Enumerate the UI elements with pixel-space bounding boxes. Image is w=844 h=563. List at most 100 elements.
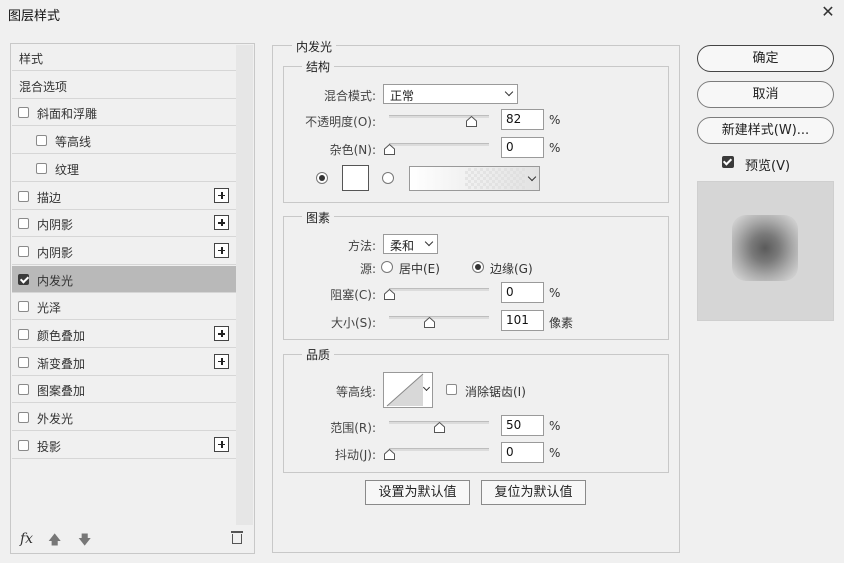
noise-input[interactable]: 0 — [501, 137, 544, 158]
style-checkbox[interactable] — [36, 162, 47, 174]
style-list-item[interactable]: 颜色叠加 — [12, 321, 236, 348]
style-list-item[interactable]: 混合选项 — [12, 72, 236, 99]
style-list-item[interactable]: 图案叠加 — [12, 376, 236, 404]
style-list-label: 渐变叠加 — [37, 356, 86, 371]
style-checkbox[interactable] — [18, 329, 29, 340]
jitter-slider-thumb[interactable] — [383, 449, 395, 460]
fx-icon[interactable]: fx — [20, 531, 33, 547]
style-checkbox[interactable] — [18, 190, 29, 202]
inner-glow-title: 内发光 — [292, 38, 337, 55]
style-checkbox[interactable] — [18, 412, 29, 424]
style-list-item[interactable]: 纹理 — [12, 155, 236, 182]
style-checkbox[interactable] — [18, 301, 29, 313]
make-default-button[interactable]: 设置为默认值 — [365, 480, 470, 505]
style-list-item[interactable]: 光泽 — [12, 293, 236, 321]
chevron-down-icon — [504, 87, 514, 97]
trash-icon[interactable] — [231, 531, 243, 544]
glow-gradient-picker[interactable] — [409, 166, 540, 191]
style-list-item[interactable]: 样式 — [12, 44, 236, 71]
range-slider-thumb[interactable] — [433, 422, 445, 433]
style-list-label: 内阴影 — [37, 218, 74, 233]
preview-checkbox[interactable] — [722, 156, 734, 168]
style-list-item[interactable]: 外发光 — [12, 404, 236, 432]
method-label: 方法: — [347, 239, 376, 253]
style-list-label: 纹理 — [55, 162, 80, 177]
add-effect-icon[interactable] — [214, 353, 229, 369]
size-slider-track[interactable] — [389, 316, 489, 319]
style-list-item[interactable]: 内阴影 — [12, 210, 236, 238]
gradient-radio[interactable] — [382, 172, 394, 184]
style-list-label: 混合选项 — [19, 79, 68, 94]
source-edge-label: 边缘(G) — [490, 262, 533, 276]
jitter-input[interactable]: 0 — [501, 442, 544, 463]
cancel-button[interactable]: 取消 — [697, 81, 834, 108]
size-slider-thumb[interactable] — [423, 317, 435, 328]
style-list-label: 描边 — [37, 190, 62, 205]
choke-input[interactable]: 0 — [501, 282, 544, 303]
style-list-item[interactable]: 斜面和浮雕 — [12, 99, 236, 127]
source-edge-radio[interactable] — [472, 261, 484, 273]
style-checkbox[interactable] — [36, 135, 47, 147]
new-style-button[interactable]: 新建样式(W)... — [697, 117, 834, 144]
style-checkbox[interactable] — [18, 439, 29, 451]
style-list-item[interactable]: 渐变叠加 — [12, 349, 236, 376]
source-center-radio[interactable] — [381, 261, 393, 273]
blend-mode-select[interactable]: 正常 — [383, 84, 518, 104]
add-effect-icon[interactable] — [214, 326, 229, 341]
choke-slider-track[interactable] — [389, 288, 489, 291]
antialias-label: 消除锯齿(I) — [465, 385, 526, 399]
style-list-scrollbar[interactable] — [236, 45, 253, 525]
style-list-label: 光泽 — [37, 301, 62, 316]
style-checkbox[interactable] — [18, 245, 29, 257]
glow-color-swatch[interactable] — [342, 165, 369, 191]
add-effect-icon[interactable] — [214, 215, 229, 231]
jitter-label: 抖动(J): — [335, 448, 376, 462]
add-effect-icon[interactable] — [214, 187, 229, 203]
style-list-label: 投影 — [37, 439, 62, 454]
style-list-item[interactable]: 描边 — [12, 183, 236, 210]
size-input[interactable]: 101 — [501, 310, 544, 331]
style-list-item[interactable]: 内阴影 — [12, 238, 236, 265]
style-list-label: 斜面和浮雕 — [37, 107, 98, 122]
move-up-icon[interactable]: 🡅 — [48, 531, 61, 553]
choke-slider-thumb[interactable] — [383, 289, 395, 300]
range-input[interactable]: 50 — [501, 415, 544, 436]
style-checkbox[interactable] — [18, 107, 29, 119]
opacity-slider-thumb[interactable] — [465, 116, 477, 127]
add-effect-icon[interactable] — [214, 242, 229, 258]
ok-button[interactable]: 确定 — [697, 45, 834, 72]
style-list-item[interactable]: 内发光 — [12, 265, 236, 293]
noise-slider-track[interactable] — [389, 143, 489, 146]
move-down-icon[interactable]: 🡇 — [78, 531, 91, 553]
style-list-item[interactable]: 等高线 — [12, 127, 236, 155]
opacity-label: 不透明度(O): — [305, 115, 376, 129]
choke-unit: % — [549, 286, 561, 300]
jitter-slider-track[interactable] — [389, 448, 489, 451]
range-label: 范围(R): — [330, 421, 376, 435]
preview-label: 预览(V) — [745, 159, 791, 174]
source-center-label: 居中(E) — [399, 262, 440, 276]
style-checkbox[interactable] — [18, 273, 29, 285]
solid-color-radio[interactable] — [316, 172, 328, 184]
opacity-input[interactable]: 82 — [501, 109, 544, 130]
antialias-checkbox[interactable] — [446, 384, 457, 395]
structure-title: 结构 — [302, 58, 335, 75]
chevron-down-icon — [422, 383, 431, 392]
style-checkbox[interactable] — [18, 356, 29, 368]
contour-label: 等高线: — [335, 385, 376, 399]
noise-label: 杂色(N): — [329, 143, 376, 157]
contour-picker[interactable] — [383, 372, 433, 408]
style-checkbox[interactable] — [18, 384, 29, 396]
style-list-label: 外发光 — [37, 412, 74, 427]
reset-default-button[interactable]: 复位为默认值 — [481, 480, 586, 505]
transparency-checker — [465, 168, 525, 189]
method-select[interactable]: 柔和 — [383, 234, 438, 254]
close-icon[interactable]: ✕ — [818, 2, 838, 22]
style-checkbox[interactable] — [18, 218, 29, 230]
noise-slider-thumb[interactable] — [383, 144, 395, 155]
style-list-item[interactable]: 投影 — [12, 432, 236, 459]
opacity-unit: % — [549, 113, 561, 127]
blend-mode-label: 混合模式: — [323, 89, 376, 103]
add-effect-icon[interactable] — [214, 436, 229, 452]
dialog-title: 图层样式 — [8, 9, 61, 24]
